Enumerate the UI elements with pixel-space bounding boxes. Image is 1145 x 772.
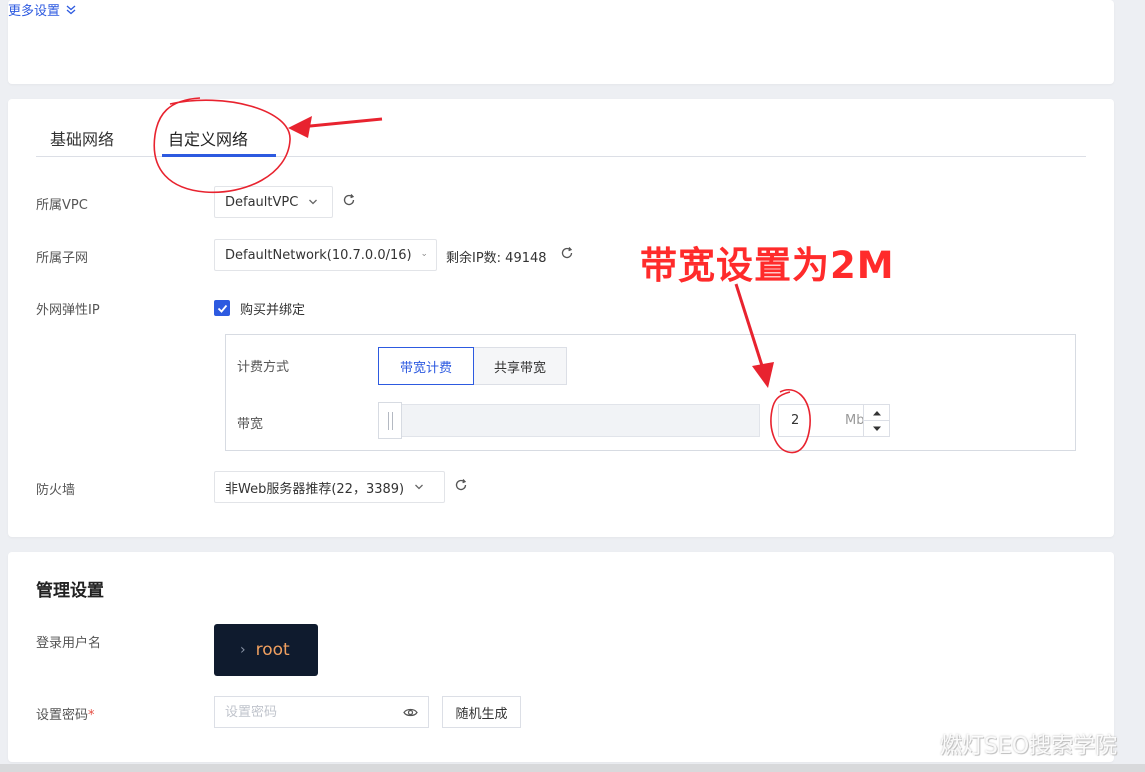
password-input[interactable] <box>225 704 385 720</box>
bandwidth-value[interactable]: 2 <box>791 413 831 428</box>
double-chevron-down-icon <box>66 5 76 14</box>
billing-bandwidth-button[interactable]: 带宽计费 <box>378 347 474 385</box>
vpc-select[interactable]: DefaultVPC <box>214 186 333 218</box>
bandwidth-slider-track[interactable] <box>378 404 760 437</box>
caret-down-icon <box>872 426 881 431</box>
subnet-select-value: DefaultNetwork(10.7.0.0/16) <box>225 247 412 263</box>
buy-bind-label: 购买并绑定 <box>240 303 306 318</box>
subnet-select[interactable]: DefaultNetwork(10.7.0.0/16) <box>214 239 437 271</box>
chevron-down-icon <box>422 253 426 257</box>
login-username-display: › root <box>214 624 318 676</box>
random-generate-button[interactable]: 随机生成 <box>442 696 521 728</box>
billing-shared-button[interactable]: 共享带宽 <box>474 347 567 385</box>
caret-up-icon <box>872 410 881 415</box>
password-field[interactable] <box>214 696 429 728</box>
tab-custom-network[interactable]: 自定义网络 <box>168 126 248 150</box>
network-card: 基础网络 自定义网络 所属VPC DefaultVPC 所属子网 Default… <box>8 99 1114 537</box>
stepper-up-button[interactable] <box>864 405 889 421</box>
firewall-select[interactable]: 非Web服务器推荐(22，3389) <box>214 471 445 503</box>
firewall-label: 防火墙 <box>36 483 76 498</box>
prompt-chevron-icon: › <box>240 642 246 658</box>
login-username-value: root <box>255 640 290 660</box>
chevron-down-icon <box>415 484 424 490</box>
tab-basic-network[interactable]: 基础网络 <box>50 126 114 150</box>
login-username-label: 登录用户名 <box>36 636 102 651</box>
bandwidth-slider-handle[interactable] <box>378 402 402 439</box>
billing-method-label: 计费方式 <box>237 360 290 375</box>
more-settings-label: 更多设置 <box>8 4 61 19</box>
password-label-text: 设置密码 <box>36 708 89 723</box>
vpc-select-value: DefaultVPC <box>225 194 299 210</box>
refresh-icon[interactable] <box>342 193 356 207</box>
admin-settings-card: 管理设置 登录用户名 › root 设置密码* 随机生成 <box>8 552 1114 762</box>
check-icon <box>217 304 227 313</box>
refresh-icon[interactable] <box>454 478 468 492</box>
vpc-label: 所属VPC <box>36 198 88 213</box>
advanced-card: 更多设置 <box>8 0 1114 84</box>
refresh-icon[interactable] <box>560 246 574 260</box>
chevron-down-icon <box>309 199 318 205</box>
more-settings-toggle[interactable]: 更多设置 <box>8 0 1114 19</box>
admin-settings-title: 管理设置 <box>36 581 104 601</box>
buy-bind-checkbox[interactable] <box>214 300 230 316</box>
remaining-ip-count: 剩余IP数: 49148 <box>446 251 547 266</box>
password-label: 设置密码* <box>36 704 95 723</box>
bottom-strip <box>0 764 1145 772</box>
active-tab-indicator <box>162 154 276 157</box>
firewall-select-value: 非Web服务器推荐(22，3389) <box>225 481 405 497</box>
stepper-down-button[interactable] <box>864 421 889 436</box>
subnet-label: 所属子网 <box>36 251 89 266</box>
bandwidth-unit: Mb <box>845 413 865 428</box>
eye-icon[interactable] <box>403 707 418 718</box>
bandwidth-stepper[interactable] <box>863 405 889 436</box>
bandwidth-number-input[interactable]: 2 Mb <box>778 404 890 437</box>
required-mark: * <box>88 708 95 723</box>
eip-label: 外网弹性IP <box>36 303 100 318</box>
bandwidth-label: 带宽 <box>237 417 264 432</box>
